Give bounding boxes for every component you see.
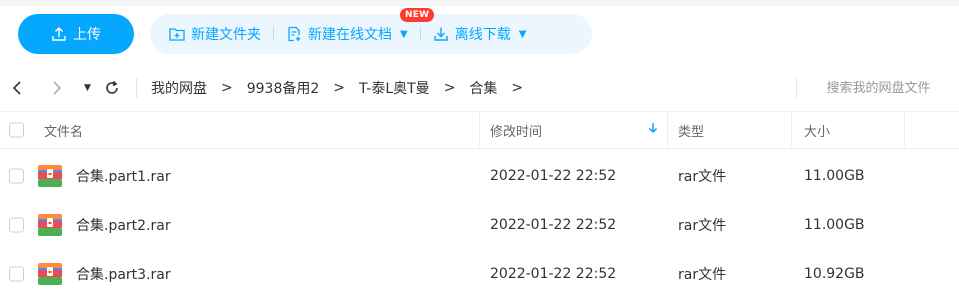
offline-download-label: 离线下载 — [454, 27, 511, 43]
rar-file-icon — [38, 164, 62, 187]
breadcrumb-item[interactable]: 9938备用2 — [247, 78, 320, 98]
group-divider — [273, 27, 274, 41]
header-modified[interactable]: 修改时间 — [490, 112, 542, 148]
file-name-cell: 合集.part3.rar — [38, 249, 171, 298]
new-badge: NEW — [400, 8, 435, 22]
file-modified: 2022-01-22 22:52 — [490, 167, 617, 184]
table-row[interactable]: 合集.part2.rar 2022-01-22 22:52 rar文件 11.0… — [0, 200, 959, 249]
upload-icon — [52, 27, 66, 41]
breadcrumb-item[interactable]: T-泰L奥T曼 — [359, 78, 430, 98]
file-table: 文件名 修改时间 类型 大小 合集.part1.rar 2022-01-22 2… — [0, 111, 959, 298]
file-type: rar文件 — [678, 168, 727, 185]
header-size[interactable]: 大小 — [804, 112, 830, 148]
toolbar: 上传 新建文件夹 新建在线文档 ▼ 离线下载 ▼ NEW — [0, 0, 959, 62]
forward-icon[interactable] — [52, 80, 62, 96]
navigation-bar: ▼ 我的网盘 > 9938备用2 > T-泰L奥T曼 > 合集 > — [0, 68, 959, 108]
file-size: 10.92GB — [804, 265, 865, 282]
column-divider[interactable] — [667, 112, 668, 148]
file-modified: 2022-01-22 22:52 — [490, 265, 617, 282]
table-header: 文件名 修改时间 类型 大小 — [0, 111, 959, 149]
dropdown-icon[interactable]: ▼ — [84, 83, 91, 93]
file-name-cell: 合集.part2.rar — [38, 200, 171, 249]
search-divider — [796, 78, 797, 98]
table-row[interactable]: 合集.part3.rar 2022-01-22 22:52 rar文件 10.9… — [0, 249, 959, 298]
row-checkbox[interactable] — [9, 266, 24, 281]
refresh-icon[interactable] — [104, 80, 120, 96]
new-folder-label: 新建文件夹 — [191, 27, 261, 43]
file-type: rar文件 — [678, 266, 727, 283]
nav-divider — [136, 78, 137, 98]
new-folder-icon — [169, 28, 185, 41]
row-checkbox[interactable] — [9, 217, 24, 232]
breadcrumb-separator: > — [333, 80, 346, 96]
file-modified: 2022-01-22 22:52 — [490, 216, 617, 233]
new-doc-icon — [288, 26, 301, 42]
group-divider — [419, 27, 421, 41]
chevron-down-icon: ▼ — [400, 28, 408, 40]
select-all-checkbox[interactable] — [9, 122, 24, 138]
header-name[interactable]: 文件名 — [44, 112, 83, 148]
breadcrumb-item-current[interactable]: 合集 — [469, 78, 497, 98]
breadcrumb-separator: > — [443, 80, 456, 96]
column-divider[interactable] — [791, 112, 792, 148]
search-input[interactable] — [806, 76, 951, 100]
new-folder-button[interactable]: 新建文件夹 — [169, 24, 261, 44]
upload-label: 上传 — [73, 27, 101, 43]
download-icon — [434, 27, 448, 41]
chevron-down-icon: ▼ — [518, 28, 527, 40]
file-name[interactable]: 合集.part3.rar — [76, 264, 171, 284]
rar-file-icon — [38, 213, 62, 236]
breadcrumb: 我的网盘 > 9938备用2 > T-泰L奥T曼 > 合集 > — [151, 78, 537, 98]
sort-desc-icon[interactable] — [648, 122, 658, 138]
offline-download-button[interactable]: 离线下载 ▼ — [433, 24, 527, 44]
breadcrumb-separator: > — [221, 80, 233, 96]
file-name[interactable]: 合集.part1.rar — [76, 166, 171, 186]
file-type: rar文件 — [678, 217, 727, 234]
action-group: 新建文件夹 新建在线文档 ▼ 离线下载 ▼ NEW — [150, 8, 592, 54]
column-divider[interactable] — [904, 112, 905, 148]
upload-button[interactable]: 上传 — [18, 14, 134, 54]
back-icon[interactable] — [12, 80, 22, 96]
file-size: 11.00GB — [804, 216, 865, 233]
table-row[interactable]: 合集.part1.rar 2022-01-22 22:52 rar文件 11.0… — [0, 151, 959, 200]
top-divider — [0, 0, 959, 6]
header-type[interactable]: 类型 — [678, 112, 704, 148]
new-online-doc-button[interactable]: 新建在线文档 ▼ — [286, 24, 408, 44]
file-size: 11.00GB — [804, 167, 865, 184]
breadcrumb-separator: > — [511, 80, 524, 96]
rar-file-icon — [38, 262, 62, 285]
column-divider[interactable] — [479, 112, 480, 148]
file-name-cell: 合集.part1.rar — [38, 151, 171, 200]
breadcrumb-item[interactable]: 我的网盘 — [151, 78, 207, 98]
file-name[interactable]: 合集.part2.rar — [76, 215, 171, 235]
new-online-doc-label: 新建在线文档 — [308, 27, 392, 43]
row-checkbox[interactable] — [9, 168, 24, 183]
